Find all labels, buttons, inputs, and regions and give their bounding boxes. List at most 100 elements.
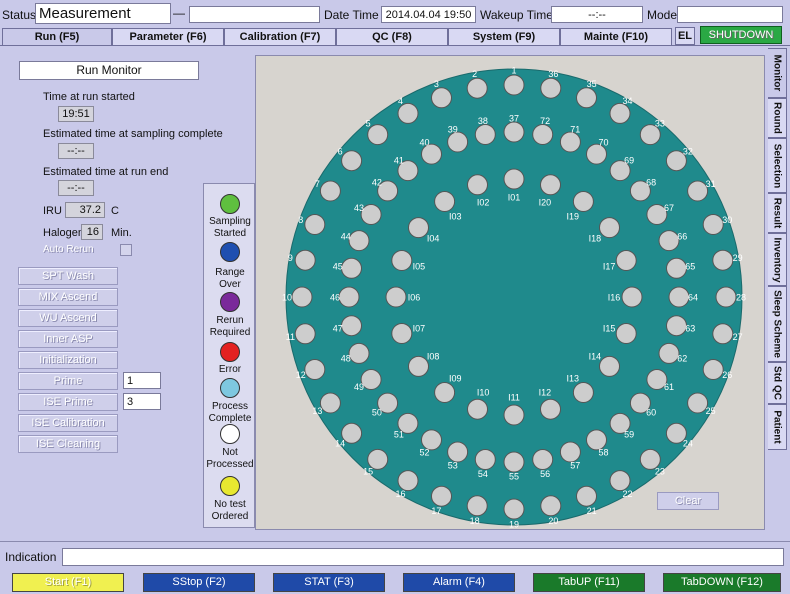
tab-qc[interactable]: QC (F8) [336,28,448,46]
spt-wash-button[interactable]: SPT Wash [18,267,118,285]
sstop-button[interactable]: SStop (F2) [143,573,255,592]
side-tab-monitor[interactable]: Monitor [768,48,787,98]
outer-slot-36[interactable] [540,77,562,99]
inner-slot-I13[interactable] [572,382,594,403]
inner-slot-I18[interactable] [599,217,620,239]
outer-slot-34[interactable] [609,102,631,124]
prime-count-input[interactable]: 1 [123,372,161,389]
outer-slot-5[interactable] [367,124,389,146]
outer-slot-10[interactable] [291,286,313,308]
outer-slot-8[interactable] [304,214,326,235]
inner-slot-I07[interactable] [391,323,413,344]
outer-slot-18[interactable] [466,495,488,517]
side-tab-round[interactable]: Round [768,98,787,138]
tab-system[interactable]: System (F9) [448,28,560,46]
outer-slot-29[interactable] [712,249,734,271]
inner-slot-I06[interactable] [385,286,407,308]
side-tab-selection[interactable]: Selection [768,138,787,193]
shutdown-button[interactable]: SHUTDOWN [700,26,782,44]
ise-prime-count-input[interactable]: 3 [123,393,161,410]
inner-slot-I04[interactable] [408,217,429,239]
outer-slot-35[interactable] [576,87,597,109]
outer-slot-6[interactable] [341,150,363,172]
tab-parameter[interactable]: Parameter (F6) [112,28,224,46]
side-tab-result[interactable]: Result [768,193,787,233]
outer-slot-21[interactable] [576,485,597,507]
middle-slot-48[interactable] [348,342,370,364]
inner-asp-button[interactable]: Inner ASP [18,330,118,348]
outer-slot-28[interactable] [715,286,737,308]
outer-slot-11[interactable] [294,323,316,345]
middle-slot-57[interactable] [559,441,581,463]
el-button[interactable]: EL [675,27,695,45]
tab-mainte[interactable]: Mainte (F10) [560,28,672,46]
ise-cleaning-button[interactable]: ISE Cleaning [18,435,118,453]
inner-slot-I08[interactable] [408,355,429,377]
side-tab-std-qc[interactable]: Std QC [768,362,787,404]
inner-slot-I10[interactable] [467,398,488,420]
middle-slot-54[interactable] [474,449,496,470]
middle-slot-43[interactable] [360,204,382,225]
middle-slot-44[interactable] [348,230,370,252]
outer-slot-19[interactable] [503,498,525,520]
prime-button[interactable]: Prime [18,372,118,390]
inner-slot-I05[interactable] [391,250,413,271]
middle-slot-49[interactable] [360,369,382,390]
outer-slot-27[interactable] [712,323,734,345]
inner-slot-I19[interactable] [572,191,594,212]
tab-down-button[interactable]: TabDOWN (F12) [663,573,781,592]
middle-slot-63[interactable] [666,315,687,337]
outer-slot-9[interactable] [294,249,316,271]
middle-slot-47[interactable] [341,315,362,337]
tab-calibration[interactable]: Calibration (F7) [224,28,336,46]
middle-slot-45[interactable] [341,257,362,279]
middle-slot-72[interactable] [532,124,554,145]
outer-slot-4[interactable] [397,102,419,124]
outer-slot-26[interactable] [702,359,724,380]
outer-slot-7[interactable] [319,180,341,202]
middle-slot-55[interactable] [503,451,525,473]
inner-slot-I15[interactable] [615,323,637,344]
middle-slot-66[interactable] [658,230,680,252]
outer-slot-2[interactable] [466,77,488,99]
outer-slot-17[interactable] [431,485,452,507]
inner-slot-I17[interactable] [615,250,637,271]
tab-up-button[interactable]: TabUP (F11) [533,573,645,592]
alarm-button[interactable]: Alarm (F4) [403,573,515,592]
outer-slot-1[interactable] [503,74,525,96]
outer-slot-20[interactable] [540,495,562,517]
outer-slot-30[interactable] [702,214,724,235]
outer-slot-3[interactable] [431,87,452,109]
outer-slot-22[interactable] [609,470,631,492]
inner-slot-I12[interactable] [540,398,561,420]
auto-rerun-checkbox[interactable] [120,244,132,256]
middle-slot-64[interactable] [668,286,690,308]
tab-run[interactable]: Run (F5) [2,28,112,46]
outer-slot-16[interactable] [397,470,419,492]
middle-slot-65[interactable] [666,257,687,279]
inner-slot-I14[interactable] [599,355,620,377]
inner-slot-I02[interactable] [467,174,488,196]
inner-slot-I16[interactable] [621,286,643,308]
side-tab-patient[interactable]: Patient [768,404,787,450]
middle-slot-56[interactable] [532,449,554,470]
middle-slot-71[interactable] [559,131,581,153]
start-button[interactable]: Start (F1) [12,573,124,592]
outer-slot-13[interactable] [319,392,341,414]
initialization-button[interactable]: Initialization [18,351,118,369]
side-tab-inventory[interactable]: Inventory [768,233,787,286]
stat-button[interactable]: STAT (F3) [273,573,385,592]
clear-button[interactable]: Clear [657,492,719,510]
ise-prime-button[interactable]: ISE Prime [18,393,118,411]
inner-slot-I09[interactable] [434,382,456,403]
middle-slot-37[interactable] [503,121,525,143]
middle-slot-53[interactable] [447,441,469,463]
inner-slot-I11[interactable] [503,404,525,426]
wu-ascend-button[interactable]: WU Ascend [18,309,118,327]
mix-ascend-button[interactable]: MIX Ascend [18,288,118,306]
inner-slot-I20[interactable] [540,174,561,196]
middle-slot-38[interactable] [474,124,496,145]
middle-slot-39[interactable] [447,131,469,153]
ise-calibration-button[interactable]: ISE Calibration [18,414,118,432]
middle-slot-62[interactable] [658,342,680,364]
